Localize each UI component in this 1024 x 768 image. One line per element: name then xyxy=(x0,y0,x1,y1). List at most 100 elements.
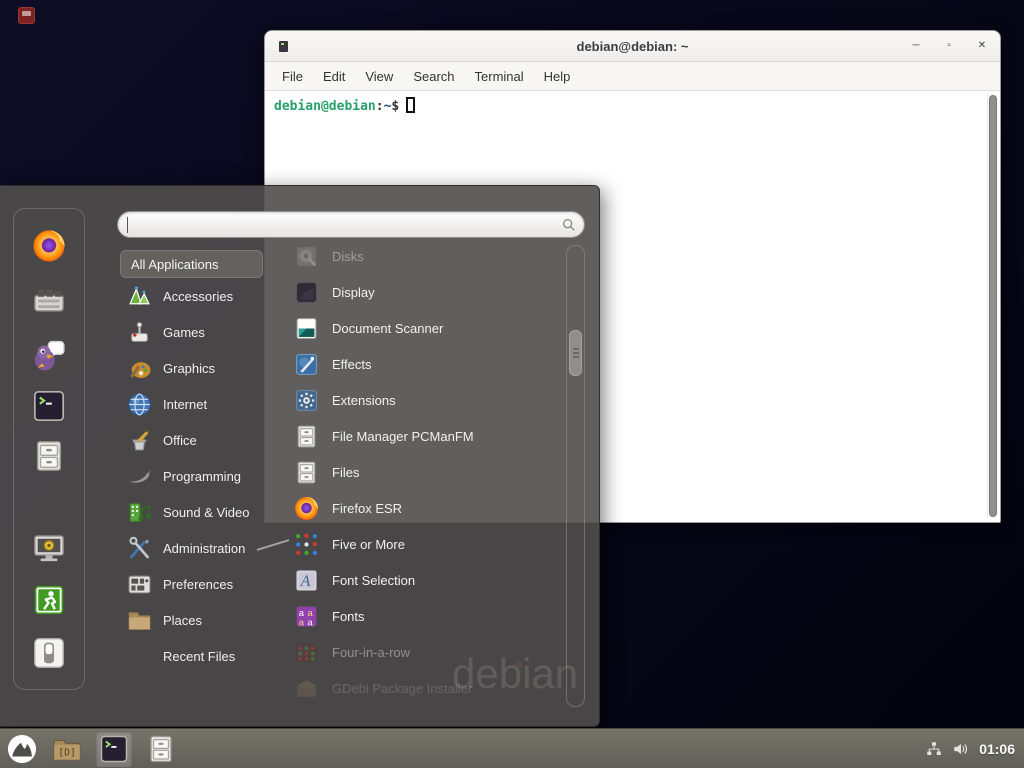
app-label: Firefox ESR xyxy=(332,501,402,516)
app-label: Display xyxy=(332,285,375,300)
category-graphics[interactable]: Graphics xyxy=(120,350,286,386)
file-cabinet-icon xyxy=(294,424,319,449)
applications-scrollbar[interactable] xyxy=(566,245,585,707)
app-label: Four-in-a-row xyxy=(332,645,410,660)
software-icon xyxy=(32,284,66,318)
menu-swirl-icon xyxy=(7,734,37,764)
favorite-logout-button[interactable] xyxy=(32,583,66,617)
category-office[interactable]: Office xyxy=(120,422,286,458)
applications-scrollbar-thumb[interactable] xyxy=(569,330,582,376)
terminal-menu-edit[interactable]: Edit xyxy=(313,66,355,87)
favorite-shutdown-button[interactable] xyxy=(32,636,66,670)
app-five-or-more[interactable]: Five or More xyxy=(288,526,562,562)
category-sound-video[interactable]: Sound & Video xyxy=(120,494,286,530)
application-menu: All Applications AccessoriesGamesGraphic… xyxy=(0,185,600,727)
category-programming[interactable]: Programming xyxy=(120,458,286,494)
favorite-software-button[interactable] xyxy=(32,284,66,318)
svg-text:A: A xyxy=(300,573,311,590)
fonts-icon: aaaa xyxy=(294,604,319,629)
app-firefox-esr[interactable]: Firefox ESR xyxy=(288,490,562,526)
favorite-file-manager-button[interactable] xyxy=(32,439,66,473)
category-recent-files[interactable]: Recent Files xyxy=(120,638,286,674)
shutdown-icon xyxy=(32,636,66,670)
category-label: Office xyxy=(163,433,197,448)
prompt-user-host: debian@debian xyxy=(274,99,376,114)
desktop-shortcut-icon[interactable] xyxy=(18,7,35,24)
app-label: Five or More xyxy=(332,537,405,552)
games-icon xyxy=(127,320,152,345)
disks-icon xyxy=(294,244,319,269)
terminal-menu-view[interactable]: View xyxy=(355,66,403,87)
folder-launcher[interactable]: [D] xyxy=(51,733,83,765)
category-label: Recent Files xyxy=(163,649,235,664)
close-button[interactable]: ✕ xyxy=(976,41,988,51)
app-gdebi-package-installer[interactable]: GDebi Package Installer xyxy=(288,670,562,706)
folder-d-icon: [D] xyxy=(52,734,82,764)
svg-text:a: a xyxy=(308,617,314,627)
app-effects[interactable]: Effects xyxy=(288,346,562,382)
favorite-terminal-button[interactable] xyxy=(32,389,66,423)
internet-icon xyxy=(127,392,152,417)
file-cabinet-icon xyxy=(146,734,176,764)
app-display[interactable]: Display xyxy=(288,274,562,310)
category-preferences[interactable]: Preferences xyxy=(120,566,286,602)
category-label: Programming xyxy=(163,469,241,484)
accessories-icon xyxy=(127,284,152,309)
terminal-launcher[interactable] xyxy=(96,731,132,767)
terminal-titlebar[interactable]: debian@debian: ~ ─▫✕ xyxy=(265,31,1000,62)
app-file-manager-pcmanfm[interactable]: File Manager PCManFM xyxy=(288,418,562,454)
category-internet[interactable]: Internet xyxy=(120,386,286,422)
terminal-scrollbar-thumb[interactable] xyxy=(989,95,997,517)
files-launcher[interactable] xyxy=(145,733,177,765)
display-icon xyxy=(294,280,319,305)
terminal-scrollbar[interactable] xyxy=(987,94,998,518)
terminal-menu-help[interactable]: Help xyxy=(534,66,581,87)
category-label: Administration xyxy=(163,541,245,556)
clock[interactable]: 01:06 xyxy=(979,741,1015,757)
office-icon xyxy=(127,428,152,453)
volume-icon[interactable] xyxy=(952,740,970,758)
app-font-selection[interactable]: AFont Selection xyxy=(288,562,562,598)
maximize-button[interactable]: ▫ xyxy=(943,41,955,51)
app-label: Files xyxy=(332,465,359,480)
terminal-titlebar-icon xyxy=(279,41,288,52)
app-document-scanner[interactable]: Document Scanner xyxy=(288,310,562,346)
favorite-pidgin-button[interactable] xyxy=(32,338,66,372)
category-label: Preferences xyxy=(163,577,233,592)
app-four-in-a-row[interactable]: Four-in-a-row xyxy=(288,634,562,670)
administration-icon xyxy=(127,536,152,561)
app-label: Document Scanner xyxy=(332,321,443,336)
file-cabinet-icon xyxy=(294,460,319,485)
menu-button[interactable] xyxy=(6,733,38,765)
category-games[interactable]: Games xyxy=(120,314,286,350)
minimize-button[interactable]: ─ xyxy=(910,41,922,51)
terminal-icon xyxy=(99,734,129,764)
terminal-menubar: FileEditViewSearchTerminalHelp xyxy=(265,62,1000,91)
applications-column: Disks Display Document Scanner Effects Exten… xyxy=(288,238,562,706)
terminal-menu-terminal[interactable]: Terminal xyxy=(465,66,534,87)
category-accessories[interactable]: Accessories xyxy=(120,278,286,314)
category-all-applications[interactable]: All Applications xyxy=(120,250,263,278)
firefox-icon xyxy=(294,496,319,521)
app-label: Extensions xyxy=(332,393,396,408)
font-selection-icon: A xyxy=(294,568,319,593)
network-icon[interactable] xyxy=(925,740,943,758)
favorite-firefox-button[interactable] xyxy=(32,229,66,263)
category-label: Places xyxy=(163,613,202,628)
app-disks[interactable]: Disks xyxy=(288,238,562,274)
system-tray: 01:06 xyxy=(925,740,1024,758)
favorite-lock-screen-button[interactable] xyxy=(32,531,66,565)
category-places[interactable]: Places xyxy=(120,602,286,638)
prompt-symbol: $ xyxy=(391,99,399,114)
programming-icon xyxy=(127,464,152,489)
extensions-icon xyxy=(294,388,319,413)
terminal-menu-file[interactable]: File xyxy=(272,66,313,87)
terminal-icon xyxy=(32,389,66,423)
lock-screen-icon xyxy=(32,531,66,565)
app-files[interactable]: Files xyxy=(288,454,562,490)
search-input[interactable] xyxy=(117,211,585,238)
logout-icon xyxy=(32,583,66,617)
app-fonts[interactable]: aaaaFonts xyxy=(288,598,562,634)
app-extensions[interactable]: Extensions xyxy=(288,382,562,418)
terminal-menu-search[interactable]: Search xyxy=(403,66,464,87)
